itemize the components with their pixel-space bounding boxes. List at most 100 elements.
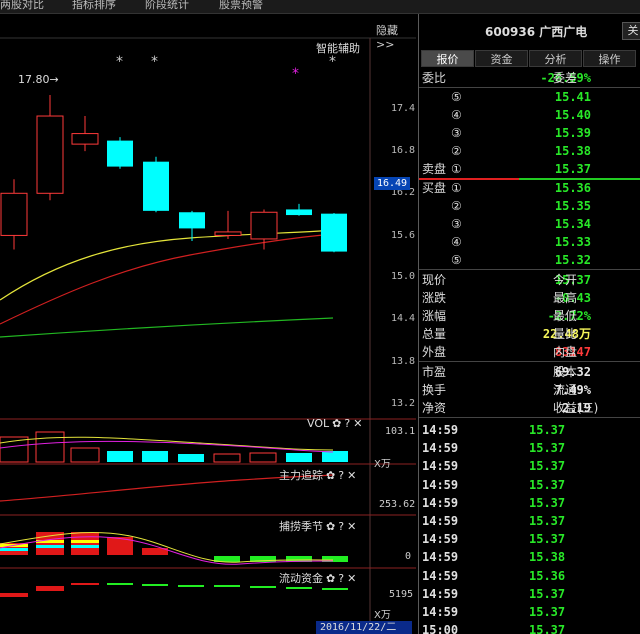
kline-chart[interactable]: * * * * — [0, 14, 416, 634]
tick-row: 14:59 15.37 — [419, 439, 640, 457]
main-track-title: 主力追踪 ✿? ✕ — [279, 467, 356, 483]
tab-quote[interactable]: 报价 — [421, 50, 474, 67]
buy-level: ⑤ — [451, 253, 462, 267]
smart-assist-label[interactable]: 智能辅助 — [316, 40, 360, 56]
stat-row: 净资 2.19 收益(三) — [419, 399, 640, 417]
tick-row: 14:59 15.38 — [419, 548, 640, 566]
candle-body[interactable] — [286, 209, 312, 216]
gear-icon[interactable]: ✿ — [326, 572, 335, 585]
stat-label: 净资 — [422, 401, 447, 415]
close-icon[interactable]: ✕ — [353, 417, 362, 430]
buy-order-row[interactable]: ③ 15.34 — [419, 215, 640, 233]
sell-order-row[interactable]: 卖盘 ① 15.37 — [419, 160, 640, 178]
toolbar-compare[interactable]: 两股对比 — [0, 0, 44, 12]
candle-body[interactable] — [71, 133, 99, 145]
stat-row: 换手 7.49% 流通 — [419, 381, 640, 399]
sell-order-row[interactable]: ④ 15.40 — [419, 106, 640, 124]
sell-order-row[interactable]: ⑤ 15.41 — [419, 88, 640, 106]
tick-price: 15.37 — [529, 605, 566, 619]
y-tick: 16.8 — [391, 145, 416, 156]
gear-icon[interactable]: ✿ — [326, 469, 335, 482]
catch-bar-stripe — [0, 548, 28, 551]
magenta-signal-star: * — [292, 66, 299, 82]
ma20-line — [0, 317, 334, 338]
ma10-line — [0, 233, 334, 325]
tick-row: 14:59 15.37 — [419, 476, 640, 494]
candle-body[interactable] — [321, 213, 347, 252]
tick-price: 15.37 — [529, 459, 566, 474]
buy-level: ① — [451, 181, 462, 195]
close-icon[interactable]: ✕ — [347, 572, 356, 585]
candle-body[interactable] — [36, 115, 64, 194]
candle-body[interactable] — [250, 211, 278, 240]
signal-star: * — [151, 54, 158, 70]
candle-body[interactable] — [107, 140, 133, 167]
buy-order-row[interactable]: ② 15.35 — [419, 197, 640, 215]
buy-order-row[interactable]: ④ 15.33 — [419, 233, 640, 251]
catch-bar-stripe — [71, 545, 99, 548]
buy-price: 15.35 — [554, 199, 591, 213]
buy-level: ② — [451, 199, 462, 213]
help-icon[interactable]: ? — [338, 469, 344, 482]
toolbar-stock-alert[interactable]: 股票预警 — [219, 0, 263, 12]
tab-operation[interactable]: 操作 — [583, 50, 636, 67]
sell-buy-divider-red — [419, 178, 519, 180]
y-tick: 15.0 — [391, 271, 416, 282]
stock-header: 600936 广西广电 关 — [419, 16, 640, 44]
help-icon[interactable]: ? — [338, 572, 344, 585]
help-icon[interactable]: ? — [344, 417, 350, 430]
tick-row: 14:59 15.37 — [419, 603, 640, 621]
close-icon[interactable]: ✕ — [347, 520, 356, 533]
quote-tabs: 报价 资金 分析 操作 — [419, 50, 640, 67]
y-tick: 17.4 — [391, 103, 416, 114]
catch-season-title-text: 捕捞季节 — [279, 520, 323, 533]
toolbar-indicator-sort[interactable]: 指标排序 — [72, 0, 116, 12]
vol-title-text: VOL — [307, 417, 330, 430]
stat-label-2: 收益(三) — [553, 401, 599, 415]
stat-row: 总量 22.48万 量比 — [419, 325, 640, 343]
gear-icon[interactable]: ✿ — [332, 417, 341, 430]
close-panel-button[interactable]: 关 — [622, 22, 640, 40]
flow-bar — [286, 587, 312, 589]
candle-body[interactable] — [214, 231, 242, 236]
buy-order-row[interactable]: 买盘 ① 15.36 — [419, 179, 640, 197]
candle-body[interactable] — [179, 212, 205, 229]
buy-label: 买盘 — [422, 181, 447, 195]
buy-order-row[interactable]: ⑤ 15.32 — [419, 251, 640, 269]
stat-label-2: 量比 — [553, 327, 578, 341]
candle-body[interactable] — [143, 161, 169, 211]
vol-indicator-title: VOL ✿? ✕ — [307, 417, 362, 430]
flow-bar — [36, 586, 64, 591]
stat-label: 外盘 — [422, 345, 447, 359]
vol-unit: X万 — [374, 459, 391, 470]
tick-time: 14:59 — [422, 550, 459, 565]
tick-time: 14:59 — [422, 477, 459, 492]
gear-icon[interactable]: ✿ — [326, 520, 335, 533]
candle-body[interactable] — [0, 192, 28, 236]
toolbar-stage-stats[interactable]: 阶段统计 — [145, 0, 189, 12]
flow-bar — [250, 586, 276, 588]
current-price-marker: 16.49 — [374, 177, 410, 190]
stat-row: 外盘 83147 内盘 — [419, 343, 640, 361]
hide-panel-button[interactable]: 隐藏>> — [376, 22, 416, 51]
tick-price: 15.37 — [529, 423, 566, 437]
tab-analysis[interactable]: 分析 — [529, 50, 582, 67]
close-icon[interactable]: ✕ — [347, 469, 356, 482]
stat-label: 涨跌 — [422, 291, 447, 305]
sell-price: 15.41 — [554, 90, 591, 104]
signal-star: * — [116, 54, 123, 70]
vol-bar — [178, 454, 204, 462]
sell-order-row[interactable]: ③ 15.39 — [419, 124, 640, 142]
tick-time: 14:59 — [422, 423, 459, 437]
sell-order-row[interactable]: ② 15.38 — [419, 142, 640, 160]
tab-fund[interactable]: 资金 — [475, 50, 528, 67]
divider — [419, 417, 640, 418]
candles-group — [0, 94, 347, 253]
vol-bar — [322, 451, 348, 462]
tick-price: 15.38 — [529, 550, 566, 565]
stat-row: 市盈 69.32 股本 — [419, 363, 640, 381]
tick-row: 14:59 15.37 — [419, 585, 640, 603]
tick-price: 15.37 — [529, 495, 566, 510]
help-icon[interactable]: ? — [338, 520, 344, 533]
stat-label-2: 股本 — [553, 365, 578, 379]
